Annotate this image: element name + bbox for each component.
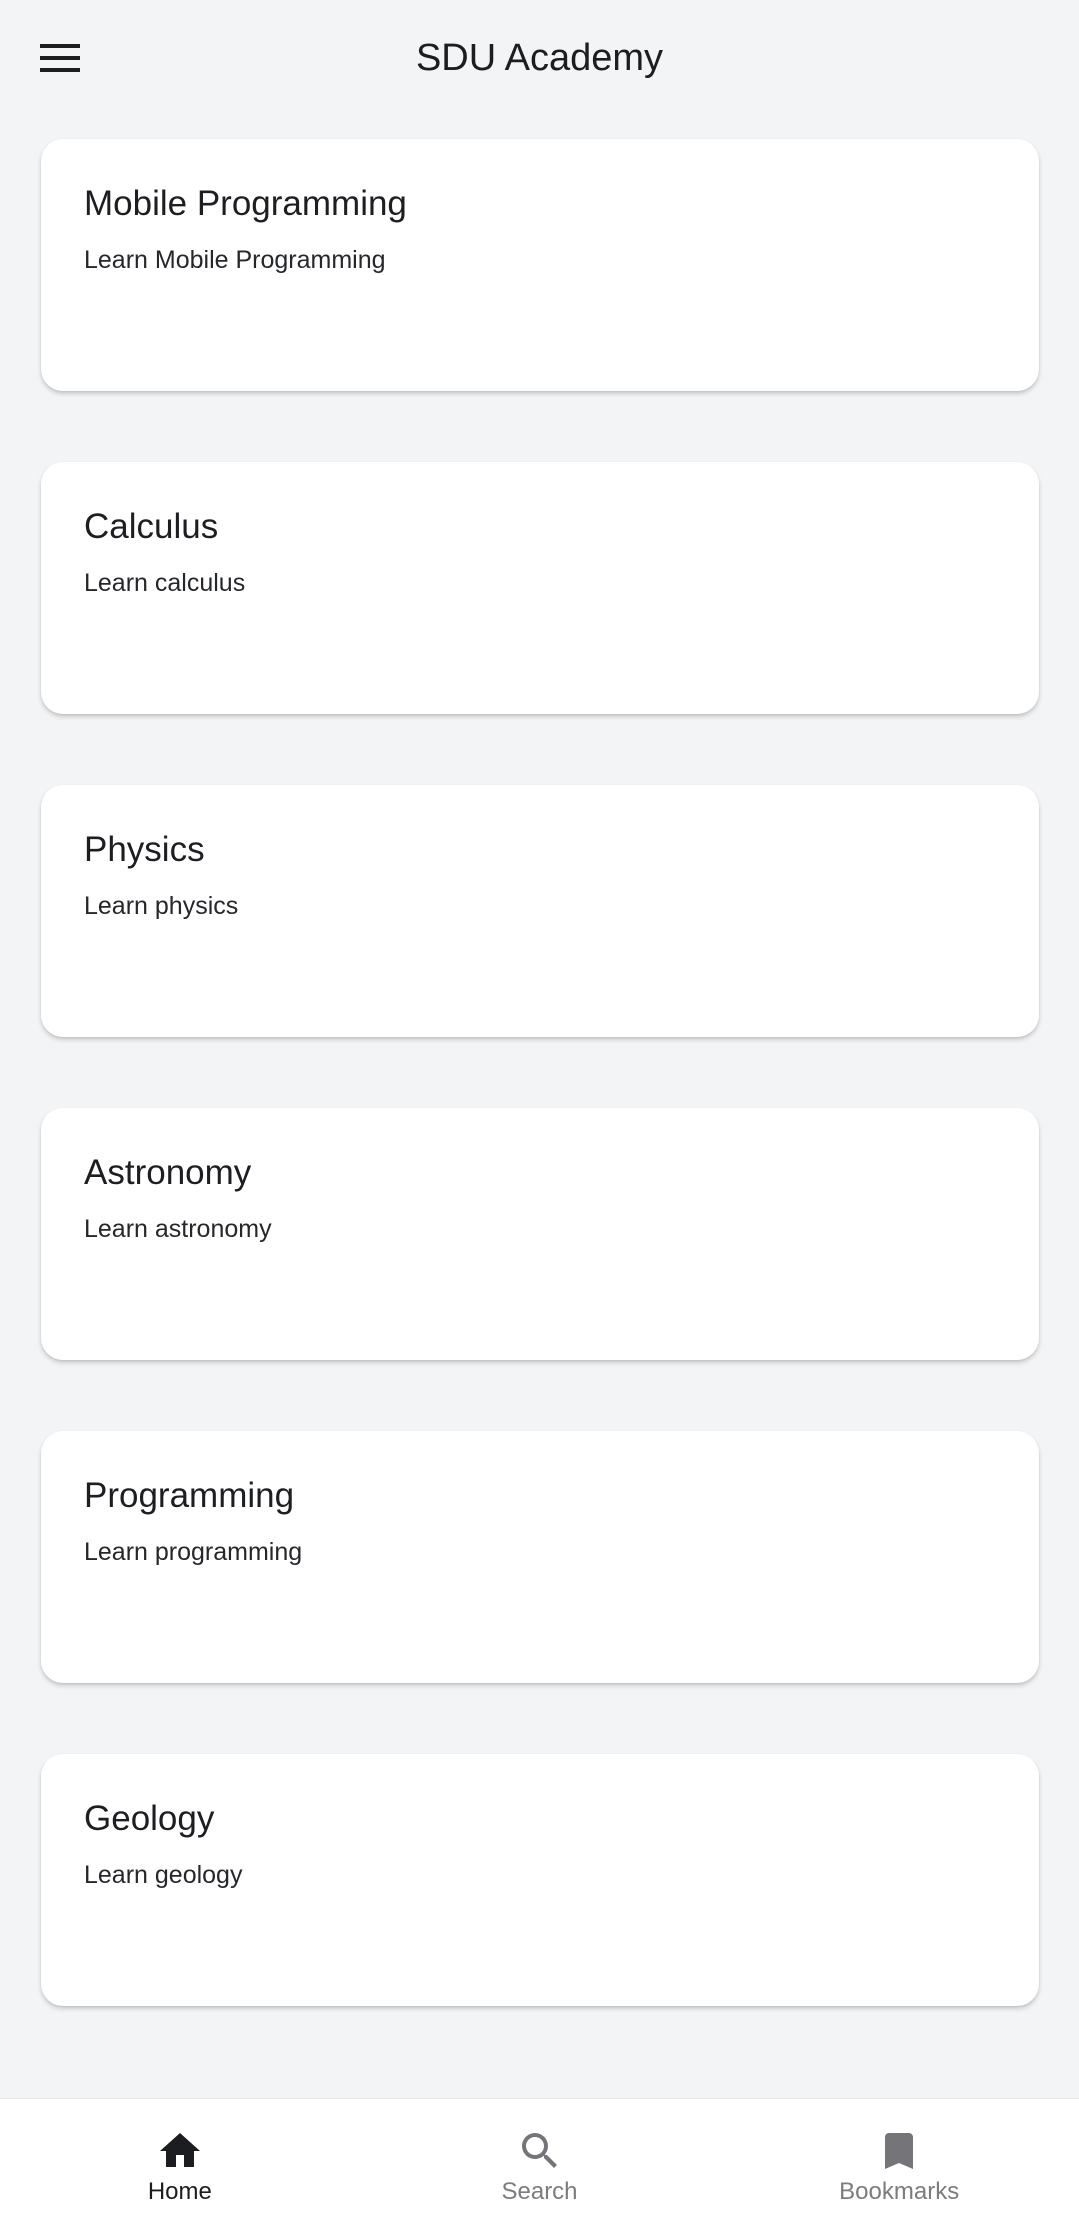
nav-item-home[interactable]: Home [0,2099,360,2230]
bottom-navigation-bar: Home Search Bookmarks [0,2098,1079,2230]
course-card-astronomy[interactable]: Astronomy Learn astronomy [41,1108,1039,1360]
nav-item-search[interactable]: Search [360,2099,720,2230]
course-description: Learn physics [84,892,239,920]
course-title: Physics [84,830,205,869]
app-bar: SDU Academy [0,0,1079,118]
nav-label-search: Search [501,2178,578,2205]
nav-label-bookmarks: Bookmarks [839,2178,960,2205]
course-card-programming[interactable]: Programming Learn programming [41,1431,1039,1683]
nav-item-bookmarks[interactable]: Bookmarks [719,2099,1079,2230]
course-description: Learn geology [84,1861,243,1889]
course-title: Astronomy [84,1153,252,1192]
course-title: Calculus [84,507,219,546]
course-title: Geology [84,1799,215,1838]
course-description: Learn calculus [84,569,246,597]
app-title: SDU Academy [415,37,664,79]
course-card-calculus[interactable]: Calculus Learn calculus [41,462,1039,714]
course-card-physics[interactable]: Physics Learn physics [41,785,1039,1037]
course-title: Mobile Programming [84,184,407,223]
course-list: Mobile Programming Learn Mobile Programm… [41,139,1039,2077]
course-card-geology[interactable]: Geology Learn geology [41,1754,1039,2006]
nav-label-home: Home [147,2178,212,2205]
course-title: Programming [84,1476,295,1515]
home-icon [159,2133,200,2167]
course-description: Learn Mobile Programming [84,246,386,274]
bookmark-icon [885,2133,914,2169]
search-icon [521,2133,557,2168]
course-description: Learn astronomy [84,1215,272,1243]
course-description: Learn programming [84,1538,303,1566]
course-card-mobile-programming[interactable]: Mobile Programming Learn Mobile Programm… [41,139,1039,391]
